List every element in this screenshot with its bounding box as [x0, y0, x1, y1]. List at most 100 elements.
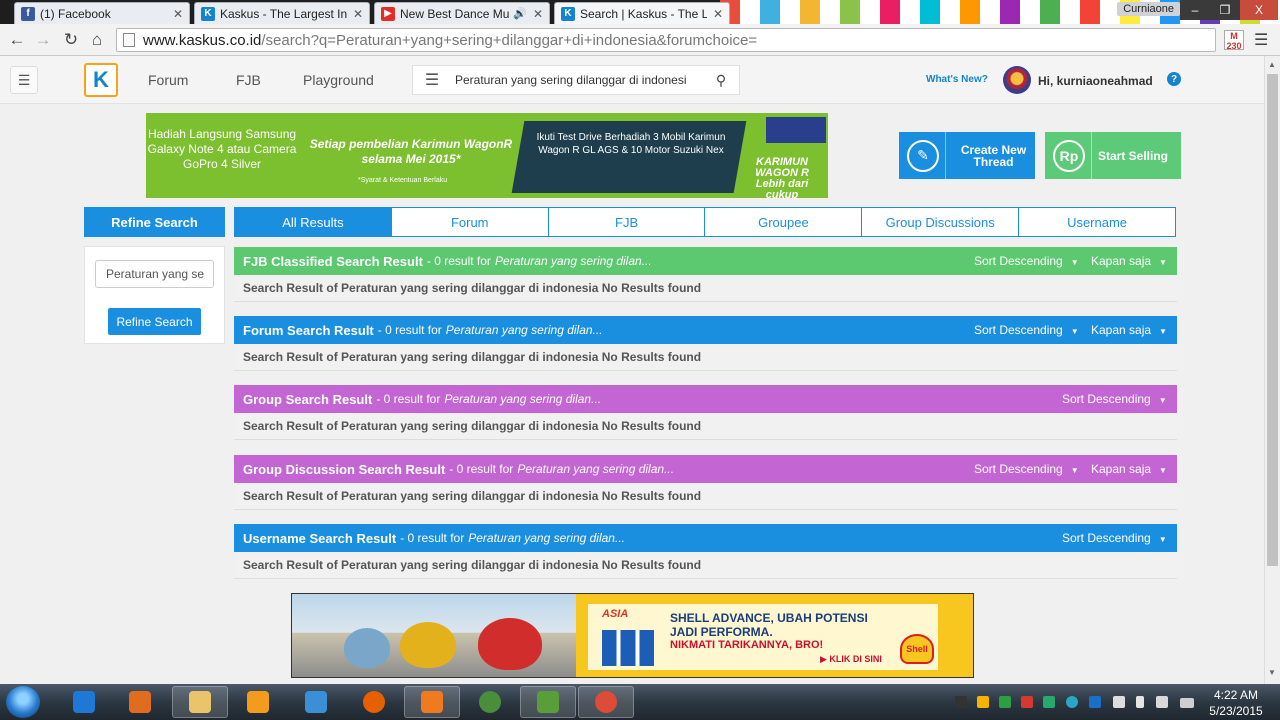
- promo-banner[interactable]: Hadiah Langsung Samsung Galaxy Note 4 at…: [146, 113, 828, 198]
- tab-forum[interactable]: Forum: [390, 208, 548, 236]
- browser-tab[interactable]: K Search | Kaskus - The Larg ✕: [554, 2, 730, 24]
- taskbar-app[interactable]: [462, 686, 518, 718]
- section-title[interactable]: Forum Search Result: [243, 323, 374, 338]
- chrome-menu-icon[interactable]: ☰: [1254, 30, 1268, 50]
- volume-icon[interactable]: [1156, 696, 1168, 708]
- scroll-down-icon[interactable]: ▼: [1268, 668, 1276, 677]
- tray-bluetooth-icon[interactable]: [1089, 696, 1101, 708]
- section-title[interactable]: FJB Classified Search Result: [243, 254, 423, 269]
- help-icon[interactable]: ?: [1167, 72, 1181, 86]
- close-tab-icon[interactable]: ✕: [173, 7, 183, 21]
- signal-icon[interactable]: [1180, 698, 1194, 708]
- sort-dropdown[interactable]: Sort Descending ▼: [1062, 531, 1167, 545]
- chevron-down-icon: ▼: [1158, 535, 1167, 544]
- sort-dropdown[interactable]: Sort Descending ▼: [974, 323, 1079, 337]
- tray-action-center-icon[interactable]: [1113, 696, 1125, 708]
- tray-app-icon[interactable]: [999, 696, 1011, 708]
- browser-tab[interactable]: f (1) Facebook ✕: [14, 2, 190, 24]
- minimize-button[interactable]: –: [1180, 0, 1210, 20]
- divider: [945, 132, 946, 179]
- search-icon[interactable]: ⚲: [703, 72, 739, 89]
- home-icon[interactable]: ⌂: [86, 29, 108, 51]
- refine-search-input[interactable]: Peraturan yang se: [95, 260, 214, 288]
- clock-time[interactable]: 4:22 AM: [1206, 688, 1266, 702]
- close-tab-icon[interactable]: ✕: [533, 7, 543, 21]
- start-selling-button[interactable]: Rp Start Selling: [1045, 132, 1181, 179]
- section-title[interactable]: Group Discussion Search Result: [243, 462, 445, 477]
- reload-icon[interactable]: ↻: [60, 29, 82, 51]
- gmail-extension-icon[interactable]: M 230: [1224, 30, 1244, 51]
- tab-title: Search | Kaskus - The Larg: [580, 6, 707, 21]
- close-window-button[interactable]: X: [1240, 0, 1278, 20]
- taskbar-app[interactable]: [288, 686, 344, 718]
- time-filter-dropdown[interactable]: Kapan saja ▼: [1091, 323, 1167, 337]
- forward-icon[interactable]: →: [32, 29, 54, 51]
- scrollbar-thumb[interactable]: [1267, 74, 1278, 566]
- nav-forum[interactable]: Forum: [148, 72, 188, 88]
- tray-x-icon[interactable]: [955, 696, 967, 708]
- tray-sync-icon[interactable]: [1066, 696, 1078, 708]
- taskbar-app[interactable]: [112, 686, 168, 718]
- url-input[interactable]: www.kaskus.co.id/search?q=Peraturan+yang…: [116, 28, 1216, 52]
- sportbike-shape: [478, 618, 542, 670]
- back-icon[interactable]: ←: [6, 29, 28, 51]
- browser-tab[interactable]: K Kaskus - The Largest Indo ✕: [194, 2, 370, 24]
- tray-network-icon[interactable]: [1043, 696, 1055, 708]
- taskbar-app[interactable]: [172, 686, 228, 718]
- main-menu-icon[interactable]: ☰: [10, 66, 38, 94]
- tab-fjb[interactable]: FJB: [547, 208, 705, 236]
- taskbar-app[interactable]: [56, 686, 112, 718]
- refine-search-button[interactable]: Refine Search: [108, 308, 201, 335]
- sort-dropdown[interactable]: Sort Descending ▼: [974, 254, 1079, 268]
- chrome-icon: [479, 691, 501, 713]
- browser-tab[interactable]: ▶ New Best Dance Music🔊 ✕: [374, 2, 550, 24]
- tab-group-discussions[interactable]: Group Discussions: [861, 208, 1018, 236]
- taskbar-app[interactable]: [578, 686, 634, 718]
- time-filter-dropdown[interactable]: Kapan saja ▼: [1091, 462, 1167, 476]
- tray-chrome-icon[interactable]: [977, 696, 989, 708]
- kaskus-icon: K: [201, 6, 215, 21]
- battery-icon[interactable]: [1136, 696, 1144, 708]
- tab-groupee[interactable]: Groupee: [704, 208, 861, 236]
- taskbar-app[interactable]: [230, 686, 286, 718]
- sort-dropdown[interactable]: Sort Descending ▼: [974, 462, 1079, 476]
- no-results-message: Search Result of Peraturan yang sering d…: [234, 552, 1177, 579]
- page-scrollbar[interactable]: ▲ ▼: [1264, 56, 1280, 684]
- taskbar-app[interactable]: [404, 686, 460, 718]
- nav-playground[interactable]: Playground: [303, 72, 374, 88]
- divider: [1091, 132, 1092, 179]
- tray-antivirus-icon[interactable]: [1021, 696, 1033, 708]
- tab-all-results[interactable]: All Results: [235, 208, 391, 236]
- site-search: ☰ Peraturan yang sering dilanggar di ind…: [412, 65, 740, 95]
- banner-prize-text: Hadiah Langsung Samsung Galaxy Note 4 at…: [147, 127, 297, 171]
- ad-cta[interactable]: ▶ KLIK DI SINI: [820, 654, 882, 665]
- clock-date[interactable]: 5/23/2015: [1200, 704, 1272, 718]
- sort-dropdown[interactable]: Sort Descending ▼: [1062, 392, 1167, 406]
- close-tab-icon[interactable]: ✕: [353, 7, 363, 21]
- gmail-count: 230: [1226, 41, 1242, 51]
- whats-new-link[interactable]: What's New?: [926, 74, 988, 85]
- nav-fjb[interactable]: FJB: [236, 72, 261, 88]
- kaskus-logo[interactable]: K: [84, 63, 118, 97]
- restore-button[interactable]: ❐: [1210, 0, 1240, 20]
- youtube-icon: ▶: [381, 6, 395, 21]
- start-button[interactable]: [6, 686, 40, 718]
- scroll-up-icon[interactable]: ▲: [1268, 60, 1276, 69]
- create-thread-button[interactable]: ✎ Create New Thread: [899, 132, 1035, 179]
- section-title[interactable]: Username Search Result: [243, 531, 396, 546]
- profile-name[interactable]: Curniaone: [1117, 2, 1180, 16]
- taskbar-app[interactable]: [520, 686, 576, 718]
- search-input[interactable]: Peraturan yang sering dilanggar di indon…: [451, 73, 703, 87]
- time-filter-dropdown[interactable]: Kapan saja ▼: [1091, 254, 1167, 268]
- taskbar-app[interactable]: [346, 686, 402, 718]
- scooter-shape: [344, 628, 390, 668]
- section-title[interactable]: Group Search Result: [243, 392, 372, 407]
- avatar[interactable]: [1003, 66, 1031, 94]
- tab-username[interactable]: Username: [1018, 208, 1175, 236]
- oil-cans-image: [602, 630, 654, 666]
- user-greeting[interactable]: Hi, kurniaoneahmad: [1038, 74, 1153, 88]
- close-tab-icon[interactable]: ✕: [713, 7, 723, 21]
- search-category-icon[interactable]: ☰: [413, 70, 451, 90]
- shell-ad-banner[interactable]: ASIA SHELL ADVANCE, UBAH POTENSI JADI PE…: [291, 593, 974, 678]
- windows-taskbar: [0, 684, 1280, 720]
